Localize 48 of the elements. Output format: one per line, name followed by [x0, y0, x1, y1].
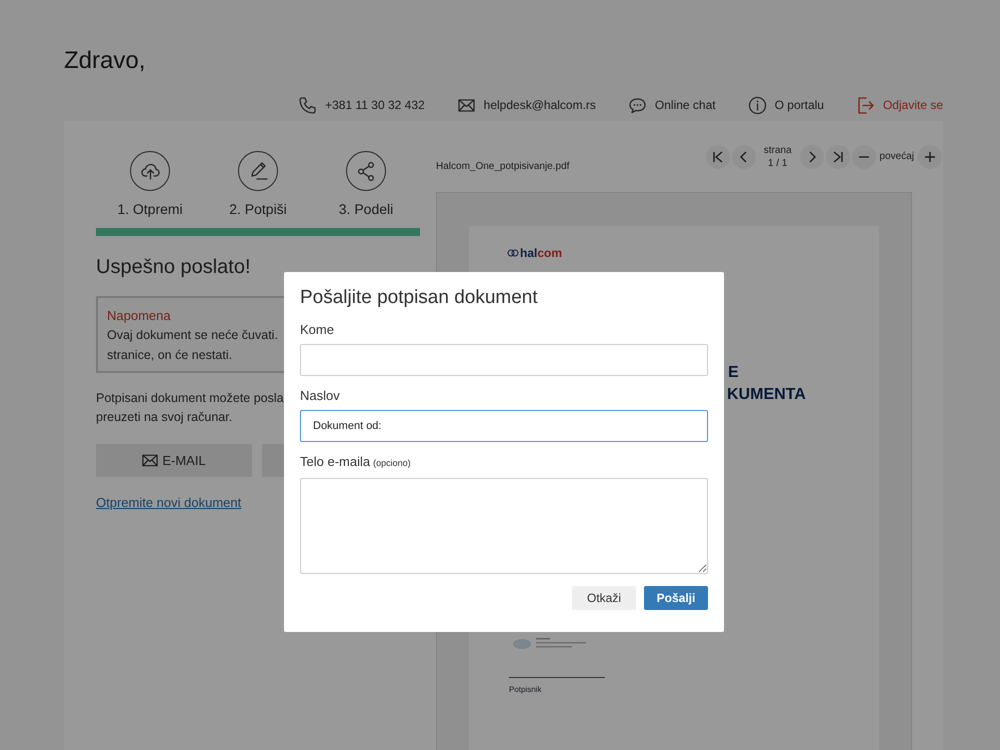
minus-icon: [856, 156, 871, 158]
document-heading: E: [728, 363, 739, 383]
field-label: Telo e-maila: [300, 454, 370, 469]
chat-icon: [628, 96, 647, 114]
page-number: 1 / 1: [768, 156, 788, 170]
logo-mark-icon: [507, 248, 519, 258]
plus-icon: [923, 150, 937, 164]
new-document-link[interactable]: Otpremite novi dokument: [96, 493, 242, 512]
send-button[interactable]: Pošalji: [644, 586, 708, 610]
success-heading: Uspešno poslato!: [96, 255, 251, 279]
contact-link[interactable]: helpdesk@halcom.rs: [456, 96, 596, 114]
field-hint: (opciono): [373, 458, 411, 468]
logo: halcom: [507, 244, 562, 262]
step-label: 3. Podeli: [338, 201, 394, 218]
recipient-field[interactable]: [300, 344, 708, 376]
document-heading: KUMENTA: [727, 385, 806, 405]
step-label: 1. Otpremi: [117, 201, 183, 218]
dialog-title: Pošaljite potpisan dokument: [300, 286, 538, 310]
info-icon: [748, 96, 767, 114]
contact-link[interactable]: +381 11 30 32 432: [298, 96, 425, 114]
previous-page-button[interactable]: [732, 144, 756, 168]
zoom-in-button[interactable]: [918, 144, 942, 168]
page-label: strana: [764, 144, 792, 156]
subject-field[interactable]: Dokument od:: [300, 410, 708, 442]
step-label: 2. Potpiši: [229, 201, 287, 218]
email-button[interactable]: E-MAIL: [96, 444, 252, 477]
envelope-icon: [142, 454, 158, 467]
logout-icon: [856, 96, 875, 114]
phone-icon: [298, 96, 318, 114]
logout-link[interactable]: Odjavite se: [856, 96, 943, 114]
message-field[interactable]: [300, 478, 708, 574]
zoom-label: povećaj: [880, 150, 914, 164]
first-page-button[interactable]: [706, 144, 730, 168]
info-text: Potpisani dokument možete posla preuzeti na svoj računar.: [96, 390, 284, 426]
share-icon: [356, 160, 376, 182]
contact-link[interactable]: Online chat: [628, 96, 716, 114]
field-label: Naslov: [300, 387, 340, 404]
contact-link[interactable]: O portalu: [748, 96, 824, 114]
note-title: Napomena: [107, 307, 171, 324]
file-name: Halcom_One_potpisivanje.pdf: [436, 160, 570, 174]
cancel-button[interactable]: Otkaži: [572, 586, 636, 610]
note-text: Ovaj dokument se neće čuvati. stranice, on će nestati.: [107, 327, 278, 364]
field-label: Kome: [300, 321, 334, 338]
greeting: Zdravo,: [64, 46, 146, 76]
last-page-button[interactable]: [826, 144, 850, 168]
next-page-button[interactable]: [800, 144, 824, 168]
first-page-icon: [710, 150, 725, 164]
signer-label: Potpisnik: [509, 684, 542, 696]
